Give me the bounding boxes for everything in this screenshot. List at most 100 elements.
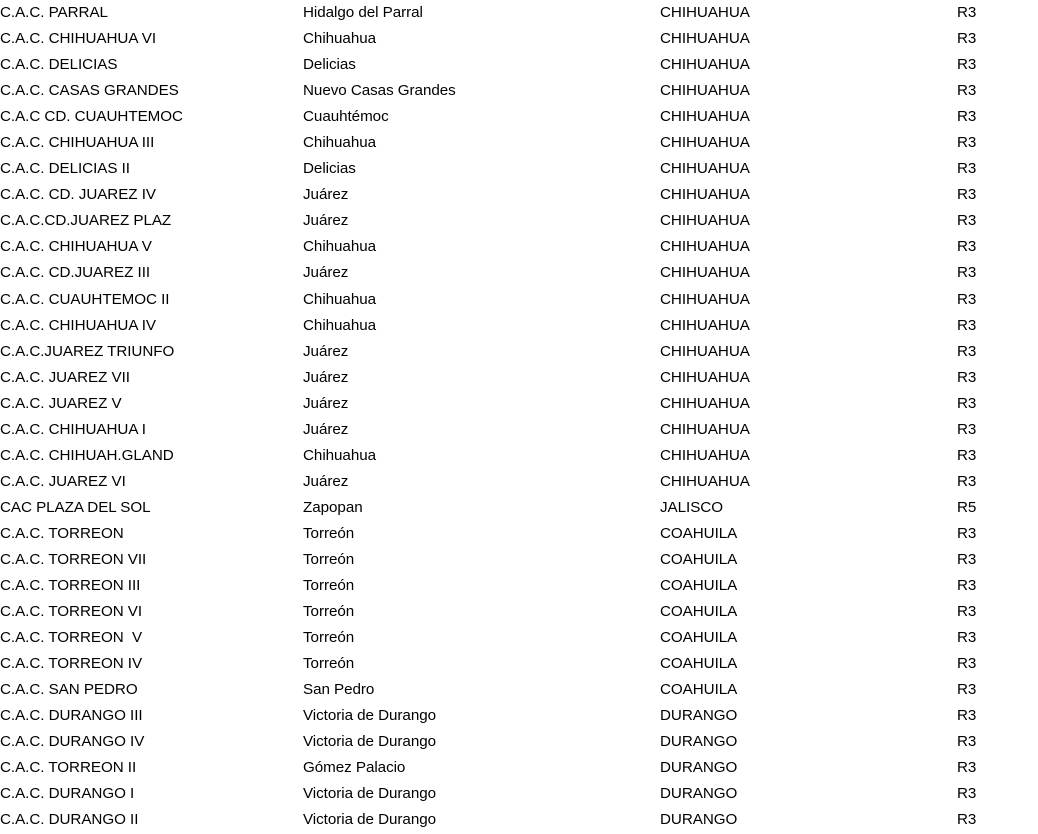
cell-state: CHIHUAHUA <box>660 446 750 464</box>
cell-region-code: R3 <box>957 238 977 256</box>
cell-region-code: R3 <box>957 212 977 230</box>
cell-city: Nuevo Casas Grandes <box>303 82 456 100</box>
cell-state: CHIHUAHUA <box>660 108 750 126</box>
cell-state: COAHUILA <box>660 681 738 699</box>
cell-region-code: R3 <box>957 811 977 829</box>
cell-city: Juárez <box>303 394 349 412</box>
cell-branch-name: C.A.C. CHIHUAHUA VI <box>0 30 157 48</box>
branch-listing-table: C.A.C. PARRAL Hidalgo del Parral CHIHUAHUA… <box>0 0 1038 834</box>
table-row: C.A.C. PARRAL Hidalgo del Parral CHIHUAHUA… <box>0 0 1038 26</box>
table-row: C.A.C.CD.JUAREZ PLAZ Juárez CHIHUAHUA R3 <box>0 208 1038 234</box>
cell-branch-name: C.A.C. CD. JUAREZ IV <box>0 186 156 204</box>
cell-city: Juárez <box>303 212 349 230</box>
cell-region-code: R3 <box>957 524 977 542</box>
cell-city: Chihuahua <box>303 30 377 48</box>
table-row: C.A.C. TORREON V Torreón COAHUILA R3 <box>0 625 1038 651</box>
cell-state: CHIHUAHUA <box>660 264 750 282</box>
table-row: C.A.C. TORREON IV Torreón COAHUILA R3 <box>0 651 1038 677</box>
table-row: C.A.C. CHIHUAH.GLAND Chihuahua CHIHUAHUA R3 <box>0 443 1038 469</box>
cell-city: Juárez <box>303 472 349 490</box>
cell-region-code: R3 <box>957 108 977 126</box>
cell-city: Chihuahua <box>303 290 377 308</box>
document-page: C.A.C. PARRAL Hidalgo del Parral CHIHUAHUA… <box>0 0 1038 834</box>
cell-branch-name: C.A.C. JUAREZ VI <box>0 472 126 490</box>
table-row: C.A.C. DURANGO II Victoria de Durango DURA… <box>0 807 1038 833</box>
cell-branch-name: C.A.C. TORREON VI <box>0 603 143 621</box>
cell-branch-name: C.A.C. JUAREZ V <box>0 394 122 412</box>
cell-city: Juárez <box>303 186 349 204</box>
cell-region-code: R3 <box>957 629 977 647</box>
table-row: C.A.C. CHIHUAHUA IV Chihuahua CHIHUAHUA R3 <box>0 313 1038 339</box>
cell-region-code: R3 <box>957 446 977 464</box>
cell-branch-name: C.A.C. JUAREZ VII <box>0 368 130 386</box>
table-row: C.A.C. CHIHUAHUA VI Chihuahua CHIHUAHUA R3 <box>0 26 1038 52</box>
cell-city: Delicias <box>303 160 356 178</box>
cell-branch-name: C.A.C. CUAUHTEMOC II <box>0 290 170 308</box>
cell-region-code: R3 <box>957 186 977 204</box>
table-row: C.A.C. DURANGO IV Victoria de Durango DURA… <box>0 729 1038 755</box>
cell-region-code: R3 <box>957 368 977 386</box>
cell-state: DURANGO <box>660 733 738 751</box>
cell-region-code: R3 <box>957 264 977 282</box>
cell-state: COAHUILA <box>660 603 738 621</box>
table-row: C.A.C. CD.JUAREZ III Juárez CHIHUAHUA R3 <box>0 260 1038 286</box>
cell-city: Cuauhtémoc <box>303 108 389 126</box>
cell-city: Torreón <box>303 655 355 673</box>
cell-branch-name: C.A.C. DURANGO II <box>0 811 139 829</box>
cell-region-code: R3 <box>957 30 977 48</box>
cell-state: DURANGO <box>660 785 738 803</box>
cell-state: CHIHUAHUA <box>660 394 750 412</box>
cell-region-code: R3 <box>957 82 977 100</box>
cell-region-code: R3 <box>957 342 977 360</box>
cell-state: CHIHUAHUA <box>660 368 750 386</box>
cell-city: Hidalgo del Parral <box>303 4 423 21</box>
table-row: C.A.C. CD. JUAREZ IV Juárez CHIHUAHUA R3 <box>0 182 1038 208</box>
cell-region-code: R3 <box>957 603 977 621</box>
cell-city: San Pedro <box>303 681 375 699</box>
cell-branch-name: C.A.C.JUAREZ TRIUNFO <box>0 342 175 360</box>
table-row: C.A.C. JUAREZ VI Juárez CHIHUAHUA R3 <box>0 469 1038 495</box>
cell-state: CHIHUAHUA <box>660 82 750 100</box>
cell-branch-name: C.A.C. CHIHUAHUA I <box>0 420 146 438</box>
cell-city: Torreón <box>303 603 355 621</box>
cell-state: COAHUILA <box>660 550 738 568</box>
cell-city: Delicias <box>303 56 356 74</box>
table-row: C.A.C. CHIHUAHUA III Chihuahua CHIHUAHUA R3 <box>0 130 1038 156</box>
cell-branch-name: C.A.C. TORREON VII <box>0 550 147 568</box>
cell-city: Torreón <box>303 524 355 542</box>
cell-city: Victoria de Durango <box>303 733 437 751</box>
cell-branch-name: C.A.C. TORREON V <box>0 629 143 647</box>
cell-state: DURANGO <box>660 707 738 725</box>
cell-state: CHIHUAHUA <box>660 4 750 21</box>
cell-region-code: R3 <box>957 134 977 152</box>
cell-city: Torreón <box>303 577 355 595</box>
cell-region-code: R3 <box>957 707 977 725</box>
cell-region-code: R3 <box>957 550 977 568</box>
cell-state: COAHUILA <box>660 629 738 647</box>
table-row: C.A.C. SAN PEDRO San Pedro COAHUILA R3 <box>0 677 1038 703</box>
cell-branch-name: C.A.C. DURANGO I <box>0 785 135 803</box>
table-row: C.A.C. CHIHUAHUA I Juárez CHIHUAHUA R3 <box>0 417 1038 443</box>
cell-state: CHIHUAHUA <box>660 186 750 204</box>
table-row: C.A.C. TORREON III Torreón COAHUILA R3 <box>0 573 1038 599</box>
cell-branch-name: C.A.C.CD.JUAREZ PLAZ <box>0 212 172 230</box>
cell-state: CHIHUAHUA <box>660 134 750 152</box>
cell-branch-name: C.A.C. DELICIAS II <box>0 160 130 178</box>
cell-state: JALISCO <box>660 498 723 516</box>
table-row: C.A.C. DURANGO III Victoria de Durango DUR… <box>0 703 1038 729</box>
cell-branch-name: C.A.C. PARRAL <box>0 4 108 21</box>
cell-city: Chihuahua <box>303 238 377 256</box>
cell-branch-name: C.A.C. TORREON IV <box>0 655 143 673</box>
cell-region-code: R3 <box>957 655 977 673</box>
cell-branch-name: C.A.C. CHIHUAH.GLAND <box>0 446 174 464</box>
cell-branch-name: C.A.C. TORREON <box>0 524 124 542</box>
cell-branch-name: C.A.C CD. CUAUHTEMOC <box>0 108 183 126</box>
table-row: C.A.C. DELICIAS II Delicias CHIHUAHUA R3 <box>0 156 1038 182</box>
table-row: C.A.C. CUAUHTEMOC II Chihuahua CHIHUAHUA R3 <box>0 287 1038 313</box>
table-row: C.A.C.JUAREZ TRIUNFO Juárez CHIHUAHUA R3 <box>0 339 1038 365</box>
cell-branch-name: C.A.C. TORREON III <box>0 577 141 595</box>
cell-region-code: R3 <box>957 394 977 412</box>
cell-region-code: R3 <box>957 681 977 699</box>
cell-region-code: R3 <box>957 733 977 751</box>
cell-city: Juárez <box>303 342 349 360</box>
